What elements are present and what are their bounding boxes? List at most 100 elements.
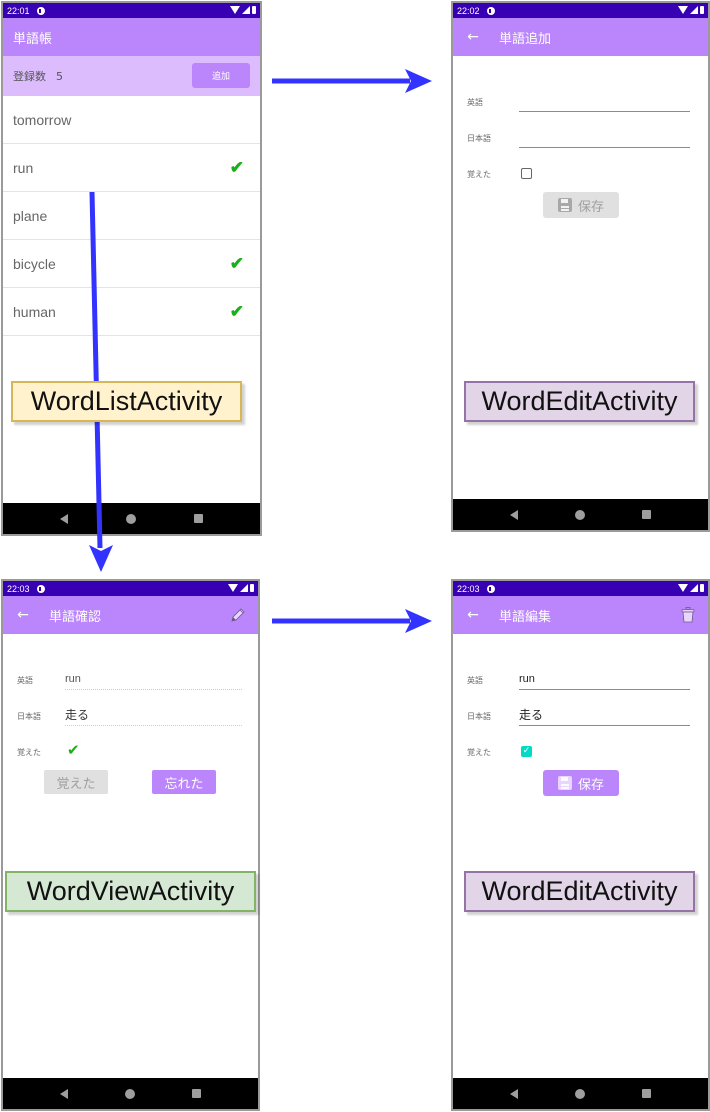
home-circle-icon[interactable]	[574, 1088, 585, 1099]
wifi-icon	[678, 6, 688, 14]
japanese-value: 走る	[65, 704, 242, 726]
japanese-input[interactable]	[519, 126, 690, 148]
signal-icon	[690, 584, 698, 592]
back-triangle-icon[interactable]	[509, 1088, 518, 1099]
list-item[interactable]: tomorrow	[3, 96, 260, 144]
status-bar: 22:02	[453, 3, 708, 18]
app-title: 単語帳	[13, 31, 53, 47]
japanese-label: 日本語	[467, 711, 491, 721]
battery-icon	[700, 6, 704, 14]
status-time: 22:02	[457, 5, 480, 16]
app-title: 単語追加	[499, 31, 552, 47]
english-label: 英語	[467, 675, 483, 685]
back-triangle-icon[interactable]	[60, 513, 68, 524]
english-label: 英語	[467, 97, 483, 107]
english-input[interactable]	[519, 668, 690, 690]
learned-checkbox[interactable]: ✓	[521, 746, 532, 757]
trash-icon[interactable]	[678, 605, 698, 625]
save-button[interactable]: 保存	[543, 770, 619, 796]
word-add-screen: 22:02 ← 単語追加 英語 日本語 覚えた 保存	[451, 1, 710, 532]
learned-label: 覚えた	[17, 747, 41, 757]
word-text: human	[13, 303, 56, 320]
notification-icon	[36, 584, 45, 593]
arrow-view-to-edit	[272, 609, 432, 633]
recents-square-icon[interactable]	[194, 514, 203, 523]
word-form: 英語 日本語 覚えた 保存	[453, 56, 708, 222]
learned-check-icon: ✔	[229, 301, 244, 321]
japanese-label: 日本語	[17, 711, 41, 721]
system-nav-bar	[453, 1078, 708, 1109]
word-detail: 英語 run 日本語 走る 覚えた ✔ 覚えた 忘れた	[3, 634, 258, 800]
activity-label-word-list: WordListActivity	[11, 381, 242, 422]
activity-label-word-view: WordViewActivity	[5, 871, 256, 912]
japanese-input[interactable]	[519, 704, 690, 726]
word-text: plane	[13, 207, 48, 224]
learned-button[interactable]: 覚えた	[44, 770, 108, 794]
english-label: 英語	[17, 675, 33, 685]
system-nav-bar	[3, 503, 260, 534]
battery-icon	[700, 584, 704, 592]
word-view-screen: 22:03 ← 単語確認 英語 run 日本語 走る 覚えた ✔ 覚えた 忘れた	[1, 579, 260, 1111]
word-list: tomorrow run ✔ plane bicycle ✔ human ✔	[3, 96, 260, 336]
app-title: 単語編集	[499, 609, 552, 625]
recents-square-icon[interactable]	[642, 1089, 652, 1098]
word-edit-screen: 22:03 ← 単語編集 英語 日本語 覚えた ✓	[451, 579, 710, 1111]
word-text: run	[13, 159, 34, 176]
signal-icon	[242, 6, 250, 14]
signal-icon	[690, 6, 698, 14]
notification-icon	[486, 584, 495, 593]
forgot-button[interactable]: 忘れた	[152, 770, 216, 794]
back-triangle-icon[interactable]	[59, 1088, 68, 1099]
list-item[interactable]: run ✔	[3, 144, 260, 192]
app-title: 単語確認	[49, 609, 102, 625]
app-bar: ← 単語追加	[453, 18, 708, 56]
list-item[interactable]: bicycle ✔	[3, 240, 260, 288]
back-triangle-icon[interactable]	[509, 509, 518, 520]
count-value: 5	[56, 69, 63, 83]
app-bar: ← 単語編集	[453, 596, 708, 634]
status-bar: 22:01	[3, 3, 260, 18]
status-time: 22:03	[457, 583, 480, 594]
learned-check-icon: ✔	[67, 741, 80, 759]
home-circle-icon[interactable]	[126, 513, 136, 524]
back-arrow-icon[interactable]: ←	[3, 607, 39, 623]
status-time: 22:01	[7, 5, 30, 16]
save-label: 保存	[577, 776, 604, 792]
word-text: bicycle	[13, 255, 56, 272]
recents-square-icon[interactable]	[642, 510, 652, 519]
system-nav-bar	[453, 499, 708, 530]
app-bar: 単語帳	[3, 18, 260, 56]
learned-check-icon: ✔	[229, 157, 244, 177]
status-time: 22:03	[7, 583, 30, 594]
learned-checkbox[interactable]	[521, 168, 532, 179]
back-arrow-icon[interactable]: ←	[453, 607, 489, 623]
learned-label: 覚えた	[467, 747, 491, 757]
wifi-icon	[678, 584, 688, 592]
save-label: 保存	[577, 198, 604, 214]
word-form: 英語 日本語 覚えた ✓ 保存	[453, 634, 708, 800]
floppy-disk-icon	[557, 198, 572, 212]
wifi-icon	[228, 584, 238, 592]
english-input[interactable]	[519, 90, 690, 112]
system-nav-bar	[3, 1078, 258, 1109]
japanese-label: 日本語	[467, 133, 491, 143]
count-label: 登録数	[13, 70, 46, 83]
recents-square-icon[interactable]	[192, 1089, 202, 1098]
english-value: run	[65, 668, 242, 690]
activity-label-word-add: WordEditActivity	[464, 381, 695, 422]
battery-icon	[252, 6, 256, 14]
save-button[interactable]: 保存	[543, 192, 619, 218]
arrow-list-to-add	[272, 69, 432, 93]
floppy-disk-icon	[557, 776, 572, 790]
word-text: tomorrow	[13, 111, 72, 128]
list-item[interactable]: plane	[3, 192, 260, 240]
list-item[interactable]: human ✔	[3, 288, 260, 336]
back-arrow-icon[interactable]: ←	[453, 29, 489, 45]
learned-check-icon: ✔	[229, 253, 244, 273]
home-circle-icon[interactable]	[574, 509, 585, 520]
notification-icon	[486, 6, 495, 15]
add-button[interactable]: 追加	[192, 63, 250, 88]
learned-label: 覚えた	[467, 169, 491, 179]
edit-pencil-icon[interactable]	[228, 605, 248, 625]
home-circle-icon[interactable]	[124, 1088, 135, 1099]
